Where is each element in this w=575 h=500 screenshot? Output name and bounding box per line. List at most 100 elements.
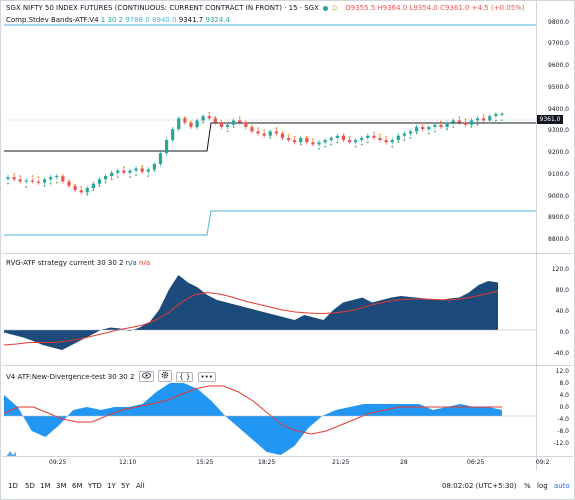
pane2-axis[interactable]: 120.0 80.0 40.0 0.0 -40.0 — [536, 254, 573, 364]
indicator1-name[interactable]: Comp.Stdev Bands-ATF:V4 — [6, 16, 99, 24]
stop-marker — [501, 119, 503, 122]
stop-marker — [440, 120, 442, 123]
candle-body — [299, 137, 303, 143]
price-tick: 8900.0 — [548, 214, 569, 221]
pane3-axis[interactable]: 12.0 8.0 4.0 0.0 -4.0 -8.0 -12.0 — [536, 366, 573, 456]
stop-marker — [68, 179, 70, 182]
main-price-pane[interactable] — [2, 0, 536, 252]
candle-body — [103, 176, 108, 180]
indicator2-params: 30 30 2 — [96, 259, 124, 267]
interval-5y[interactable]: 5Y — [121, 482, 130, 490]
indicator1-value-1: 9788.0 — [125, 16, 150, 24]
candle-body — [128, 170, 132, 173]
status-clock[interactable]: 08:02:02 (UTC+5:30) — [442, 482, 517, 490]
stop-marker — [165, 145, 168, 148]
dividend-badge[interactable]: D — [332, 5, 337, 12]
candle-body — [189, 122, 193, 127]
candle-body — [390, 140, 394, 143]
stop-marker — [312, 138, 314, 140]
interval-5d[interactable]: 5D — [25, 482, 35, 490]
stop-marker — [403, 139, 406, 141]
bottom-toolbar: 1D 5D 1M 3M 6M YTD 1Y 5Y All 08:02:02 (U… — [0, 476, 575, 498]
rvg-strategy-chart[interactable] — [2, 254, 536, 364]
symbol-title[interactable]: SGX NIFTY 50 INDEX FUTURES (CONTINUOUS: … — [6, 4, 319, 12]
indicator1-value-4: 9324.4 — [205, 16, 231, 24]
interval-all[interactable]: All — [136, 482, 145, 490]
candle-body — [408, 131, 413, 134]
candle-body — [91, 183, 95, 189]
interval-ytd[interactable]: YTD — [88, 482, 102, 490]
stop-marker — [43, 184, 46, 187]
stop-marker — [220, 120, 223, 123]
indicator2-name[interactable]: RVG-ATF strategy current — [6, 259, 95, 267]
candle-body — [140, 168, 144, 172]
braces-icon[interactable]: { } — [176, 372, 194, 382]
stop-marker — [360, 143, 363, 146]
candle-body — [366, 135, 370, 138]
stop-marker — [281, 131, 284, 134]
stop-marker — [354, 145, 357, 148]
interval-6m[interactable]: 6M — [72, 482, 83, 490]
percent-toggle[interactable]: % — [524, 482, 531, 490]
stop-marker — [104, 181, 107, 184]
stop-marker — [488, 121, 491, 124]
stop-marker — [330, 143, 333, 146]
candle-body — [110, 172, 114, 177]
stop-marker — [257, 127, 259, 129]
candle-body — [201, 116, 205, 121]
interval-3m[interactable]: 3M — [56, 482, 67, 490]
pane3-tick: 12.0 — [555, 368, 569, 375]
stop-marker — [135, 174, 137, 176]
more-icon[interactable]: ••• — [197, 372, 216, 382]
candle-body — [482, 118, 486, 121]
gear-icon[interactable] — [157, 370, 172, 382]
interval-1y[interactable]: 1Y — [107, 482, 116, 490]
candle-body — [232, 120, 236, 125]
candle-body — [12, 177, 16, 180]
rvg-area — [4, 275, 498, 350]
pane3-tick: -8.0 — [557, 428, 569, 435]
candle-body — [158, 153, 163, 165]
main-price-chart[interactable] — [2, 0, 536, 252]
pane2-tick: 40.0 — [555, 308, 569, 315]
stop-marker — [183, 116, 186, 119]
candle-body — [360, 137, 364, 141]
pane3-tick: -4.0 — [557, 416, 569, 423]
stop-marker — [7, 182, 9, 185]
ohlc-open: O9355.5 — [345, 4, 376, 12]
interval-1d[interactable]: 1D — [8, 482, 18, 490]
candle-body — [402, 133, 407, 136]
indicator3-legend: V4 ATF:New-Divergence-test 30 30 2 { } •… — [6, 370, 216, 382]
interval-1m[interactable]: 1M — [40, 482, 51, 490]
stop-marker — [55, 181, 58, 184]
stop-marker — [190, 120, 192, 123]
log-toggle[interactable]: log — [537, 482, 548, 490]
price-tick: 9100.0 — [548, 171, 569, 178]
auto-toggle[interactable]: auto — [554, 482, 570, 490]
indicator3-params: 30 30 2 — [107, 373, 135, 381]
rvg-strategy-pane[interactable] — [2, 254, 536, 364]
candle-body — [146, 169, 150, 172]
stop-marker — [373, 131, 375, 134]
candle-body — [341, 135, 346, 141]
ohlc-high: H9364.0 — [377, 4, 408, 12]
stop-marker — [202, 121, 205, 124]
stop-marker — [147, 175, 150, 177]
stop-marker — [275, 127, 278, 129]
indicator2-value-1: n/a — [125, 259, 137, 267]
stop-marker — [129, 176, 131, 179]
candle-body — [207, 116, 211, 119]
indicator1-params: 1 30 2 — [100, 16, 124, 24]
stop-marker — [415, 132, 418, 135]
time-axis[interactable]: 09:25 12:10 15:25 18:25 21:25 28 06:25 0… — [2, 456, 549, 468]
candle-body — [323, 140, 327, 143]
candle-body — [30, 180, 34, 182]
indicator3-name[interactable]: V4 ATF:New-Divergence-test — [6, 373, 105, 381]
stop-marker — [49, 182, 52, 185]
price-axis[interactable]: 9800.0 9700.0 9600.0 9500.0 9400.0 9300.… — [536, 0, 573, 252]
price-tick: 9500.0 — [548, 84, 569, 91]
candle-body — [55, 176, 59, 178]
candle-body — [445, 122, 449, 127]
stop-marker — [458, 116, 461, 119]
eye-icon[interactable] — [138, 371, 154, 382]
